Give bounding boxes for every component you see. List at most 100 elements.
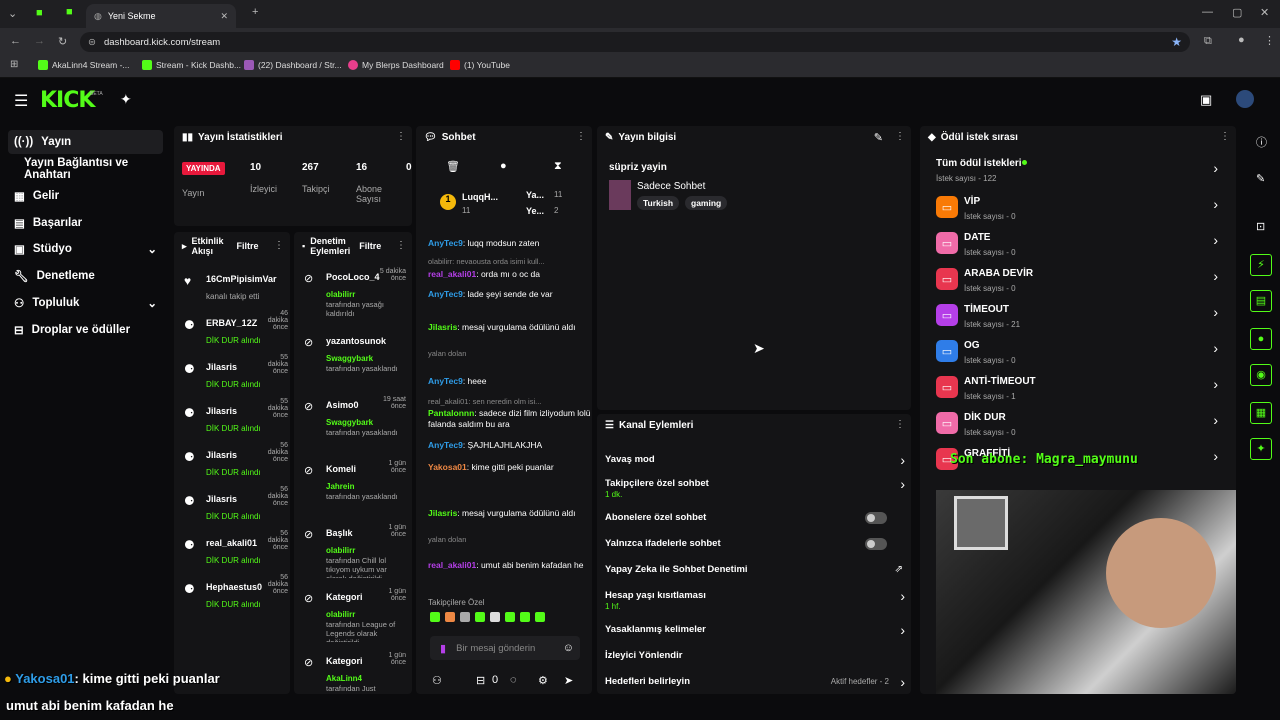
channel-action-row[interactable]: İzleyici Yönlendir	[597, 650, 911, 672]
channel-action-row[interactable]: Takipçilere özel sohbet 1 dk. ›	[597, 476, 911, 500]
more-icon[interactable]: ⋮	[576, 131, 586, 142]
toggle-switch[interactable]	[865, 538, 887, 550]
url-field[interactable]: ⊜ dashboard.kick.com/stream ★	[80, 32, 1190, 52]
layout-icon[interactable]: ▣	[1200, 92, 1212, 108]
send-icon[interactable]: ➤	[564, 674, 573, 687]
channel-action-row[interactable]: Yalnızca ifadelerle sohbet	[597, 538, 911, 560]
edit-icon[interactable]: ✎	[874, 131, 883, 144]
bookmark-1[interactable]: AkaLinn4 Stream -...	[38, 60, 129, 70]
extensions-icon[interactable]: ⧉	[1204, 35, 1212, 48]
mic-icon[interactable]: ▮	[440, 642, 446, 655]
more-icon[interactable]: ⋮	[396, 131, 406, 142]
reload-icon[interactable]: ↻	[58, 35, 67, 48]
overlay-chat-line-2: umut abi benim kafadan he	[6, 698, 174, 713]
close-window-icon[interactable]: ✕	[1260, 6, 1269, 19]
chat-settings-icon[interactable]: ◌	[510, 674, 517, 686]
nav-gelir[interactable]: ▦ Gelir	[8, 184, 163, 208]
reward-row[interactable]: ▭ ANTİ-TİMEOUT İstek sayısı - 1 ›	[920, 374, 1236, 406]
maximize-icon[interactable]: ▢	[1232, 6, 1242, 19]
reward-count: İstek sayısı - 21	[964, 320, 1021, 329]
apps-icon[interactable]: ⊞	[10, 59, 18, 70]
emote-icon[interactable]	[475, 612, 485, 622]
reward-row[interactable]: ▭ DİK DUR İstek sayısı - 0 ›	[920, 410, 1236, 442]
nav-basarilar[interactable]: ▤ Başarılar	[8, 211, 163, 235]
emoji-icon[interactable]: ☺	[563, 642, 574, 654]
profile-avatar[interactable]: ●	[1238, 34, 1245, 46]
more-icon[interactable]: ⋮	[895, 131, 905, 142]
toggle-switch[interactable]	[865, 512, 887, 524]
close-tab-icon[interactable]: ✕	[220, 11, 228, 22]
nav-topluluk[interactable]: ⚇ Topluluk ⌄	[8, 291, 163, 315]
kick-logo[interactable]: KICK	[40, 88, 95, 113]
more-icon[interactable]: ⋮	[895, 419, 905, 430]
emote-icon[interactable]	[535, 612, 545, 622]
tab-new[interactable]: ◍ Yeni Sekme ✕	[86, 4, 236, 28]
reward-row[interactable]: ▭ VİP İstek sayısı - 0 ›	[920, 194, 1236, 226]
tab-group-icon[interactable]: ■	[36, 7, 43, 19]
activity-panel: ▸ Etkinlik Akışı Filtre ⋮ ♥ 16CmPipisimVar k…	[174, 232, 290, 694]
screenshot-icon[interactable]: ⊡	[1256, 220, 1265, 233]
bookmark-5[interactable]: (1) YouTube	[450, 60, 510, 70]
emote-icon[interactable]	[520, 612, 530, 622]
emote-icon[interactable]	[445, 612, 455, 622]
chat-input[interactable]: ▮ Bir mesaj gönderin ☺	[430, 636, 580, 660]
back-icon[interactable]: ←	[10, 35, 21, 47]
reward-row[interactable]: ▭ DATE İstek sayısı - 0 ›	[920, 230, 1236, 262]
trash-icon[interactable]: 🗑︎	[446, 160, 460, 173]
chat-icon[interactable]: ●	[1250, 328, 1272, 350]
site-info-icon[interactable]: ⊜	[88, 37, 96, 48]
nav-droplar[interactable]: ⊟ Droplar ve ödüller	[8, 318, 163, 342]
hourglass-icon[interactable]: ⧗	[554, 160, 562, 173]
kick-tab-icon[interactable]: ■	[66, 6, 73, 18]
bookmark-3[interactable]: (22) Dashboard / Str...	[244, 60, 342, 70]
channel-action-row[interactable]: Yavaş mod ›	[597, 452, 911, 476]
emote-icon[interactable]	[490, 612, 500, 622]
nav-label: Yayın Bağlantısı ve Anahtarı	[24, 157, 129, 181]
info-icon[interactable]: ⓘ	[1256, 134, 1267, 150]
more-icon[interactable]: ⋮	[396, 240, 406, 251]
list-icon[interactable]: ▦	[1250, 402, 1272, 424]
gift-icon[interactable]: ⊟	[476, 674, 485, 687]
channel-action-row[interactable]: Yasaklanmış kelimeler ›	[597, 622, 911, 646]
bookmark-star-icon[interactable]: ★	[1171, 35, 1182, 49]
filter-button[interactable]: Filtre	[359, 241, 381, 251]
broadcast-icon[interactable]: ◉	[1250, 364, 1272, 386]
nav-yayin[interactable]: ((·)) Yayın	[8, 130, 163, 154]
users-icon[interactable]: ⚇	[432, 674, 442, 687]
reward-row[interactable]: ▭ TİMEOUT İstek sayısı - 21 ›	[920, 302, 1236, 334]
channel-action-row[interactable]: Hesap yaşı kısıtlaması 1 hf. ›	[597, 588, 911, 612]
reward-row[interactable]: ▭ OG İstek sayısı - 0 ›	[920, 338, 1236, 370]
bookmark-4[interactable]: My Blerps Dashboard	[348, 60, 444, 70]
minimize-icon[interactable]: —	[1202, 6, 1213, 18]
bookmark-2[interactable]: Stream - Kick Dashb...	[142, 60, 241, 70]
emote-icon[interactable]	[430, 612, 440, 622]
nav-studyo[interactable]: ▣ Stüdyo ⌄	[8, 237, 163, 261]
nav-denetleme[interactable]: 🔧︎ Denetleme	[8, 264, 163, 288]
wrench-icon[interactable]: ✦	[1250, 438, 1272, 460]
reward-row[interactable]: ▭ ARABA DEVİR İstek sayısı - 0 ›	[920, 266, 1236, 298]
channel-action-row[interactable]: Yapay Zeka ile Sohbet Denetimi ⇗	[597, 564, 911, 586]
external-link-icon[interactable]: ⇗	[895, 564, 903, 575]
pin-icon[interactable]: ✦	[120, 91, 132, 108]
nav-stream-key[interactable]: Yayın Bağlantısı ve Anahtarı	[8, 157, 163, 181]
browser-menu-icon[interactable]: ⋮	[1264, 34, 1275, 47]
more-icon[interactable]: ⋮	[274, 240, 284, 251]
moderator-name: olabilirr	[326, 546, 356, 555]
hamburger-icon[interactable]: ☰	[14, 91, 28, 111]
emote-icon[interactable]	[460, 612, 470, 622]
all-rewards-row[interactable]: Tüm ödül istekleri İstek sayısı - 122 ›	[920, 156, 1236, 186]
channel-action-row[interactable]: Hedefleri belirleyin › Aktif hedefler - 2	[597, 674, 911, 698]
gear-icon[interactable]: ⚙	[538, 674, 548, 687]
more-icon[interactable]: ⋮	[1220, 131, 1230, 142]
emote-icon[interactable]	[505, 612, 515, 622]
document-icon[interactable]: ▤	[1250, 290, 1272, 312]
forward-icon[interactable]: →	[34, 35, 45, 47]
chat-bubble-icon[interactable]: ●	[500, 160, 507, 172]
lightning-icon[interactable]: ⚡︎	[1250, 254, 1272, 276]
new-tab-icon[interactable]: +	[252, 6, 258, 18]
pencil-icon[interactable]: ✎	[1256, 172, 1265, 185]
filter-button[interactable]: Filtre	[237, 241, 259, 251]
tab-search-icon[interactable]: ⌄	[8, 7, 17, 20]
channel-action-row[interactable]: Abonelere özel sohbet	[597, 512, 911, 534]
user-avatar[interactable]	[1236, 90, 1254, 108]
